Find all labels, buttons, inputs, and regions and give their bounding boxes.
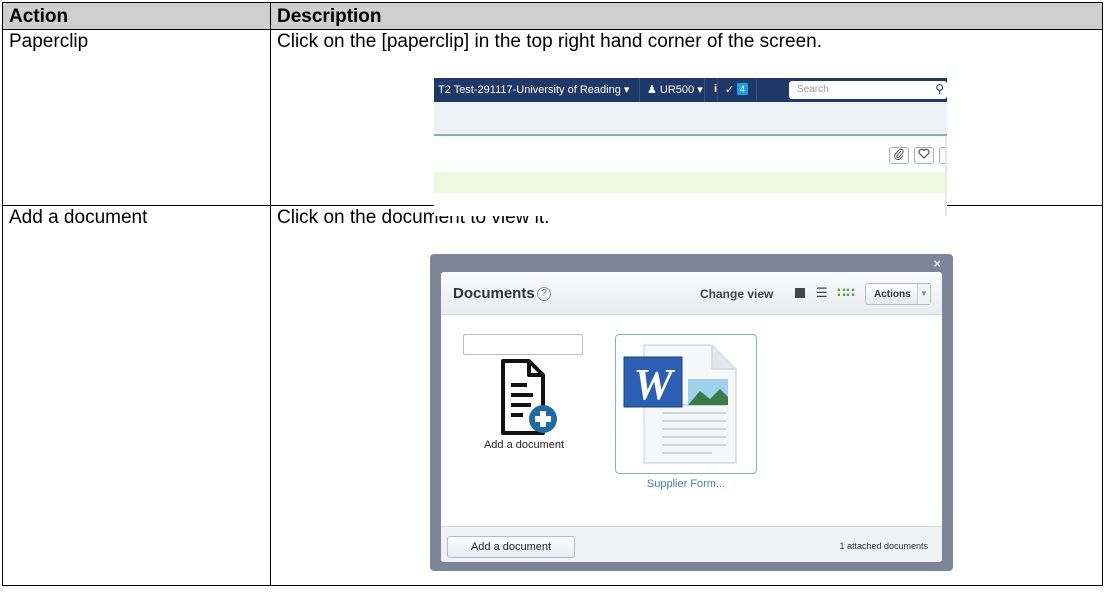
add-document-label[interactable]: Add a document	[469, 439, 579, 451]
svg-text:W: W	[633, 360, 675, 409]
actions-button[interactable]: Actions ▼	[865, 283, 931, 305]
documents-footer: Add a document 1 attached documents	[441, 526, 942, 562]
documents-title: Documents	[453, 285, 535, 302]
help-icon[interactable]: ?	[537, 287, 551, 301]
view-large-icon[interactable]	[795, 288, 805, 298]
checkmark-icon[interactable]: ✓	[725, 83, 734, 96]
search-input[interactable]: Search ⚲	[789, 81, 947, 99]
documents-panel: Documents ? Change view ☰ ∷∷ Actions ▼ A…	[441, 272, 942, 562]
search-icon[interactable]: ⚲	[935, 82, 944, 96]
user-menu[interactable]: ♟ UR500 ▾	[647, 83, 703, 96]
view-list-icon[interactable]: ☰	[816, 286, 828, 299]
add-document-icon[interactable]	[499, 357, 561, 444]
tasks-badge: 4	[737, 83, 748, 95]
paperclip-icon[interactable]	[889, 147, 909, 164]
documents-header: Documents ? Change view ☰ ∷∷ Actions ▼	[441, 272, 942, 315]
top-nav-bar: T2 Test-291117-University of Reading ▾ ♟…	[434, 78, 947, 102]
row-action: Paperclip	[2, 29, 271, 206]
documents-dialog-screenshot: × Documents ? Change view ☰ ∷∷ Actions ▼	[430, 254, 953, 571]
document-name-link[interactable]: Supplier Form...	[615, 478, 757, 490]
word-document-icon: W	[623, 344, 737, 464]
header-description: Description	[270, 2, 1103, 30]
toolbar-band	[434, 102, 947, 134]
row-action: Add a document	[2, 205, 271, 586]
highlight-band	[434, 172, 947, 193]
edge-shadow	[945, 136, 947, 216]
document-tile[interactable]: W	[615, 334, 757, 474]
paperclip-screenshot: T2 Test-291117-University of Reading ▾ ♟…	[434, 78, 947, 216]
change-view-label: Change view	[700, 287, 774, 301]
add-document-button[interactable]: Add a document	[447, 536, 575, 558]
heart-icon[interactable]	[914, 147, 934, 164]
document-name-field[interactable]	[463, 334, 583, 355]
chevron-down-icon[interactable]: ▼	[917, 284, 930, 304]
divider	[434, 134, 947, 136]
close-icon[interactable]: ×	[933, 256, 941, 271]
view-grid-icon[interactable]: ∷∷	[837, 285, 855, 301]
attached-count: 1 attached documents	[839, 541, 928, 551]
org-selector[interactable]: T2 Test-291117-University of Reading ▾	[438, 83, 629, 96]
header-action: Action	[2, 2, 271, 30]
